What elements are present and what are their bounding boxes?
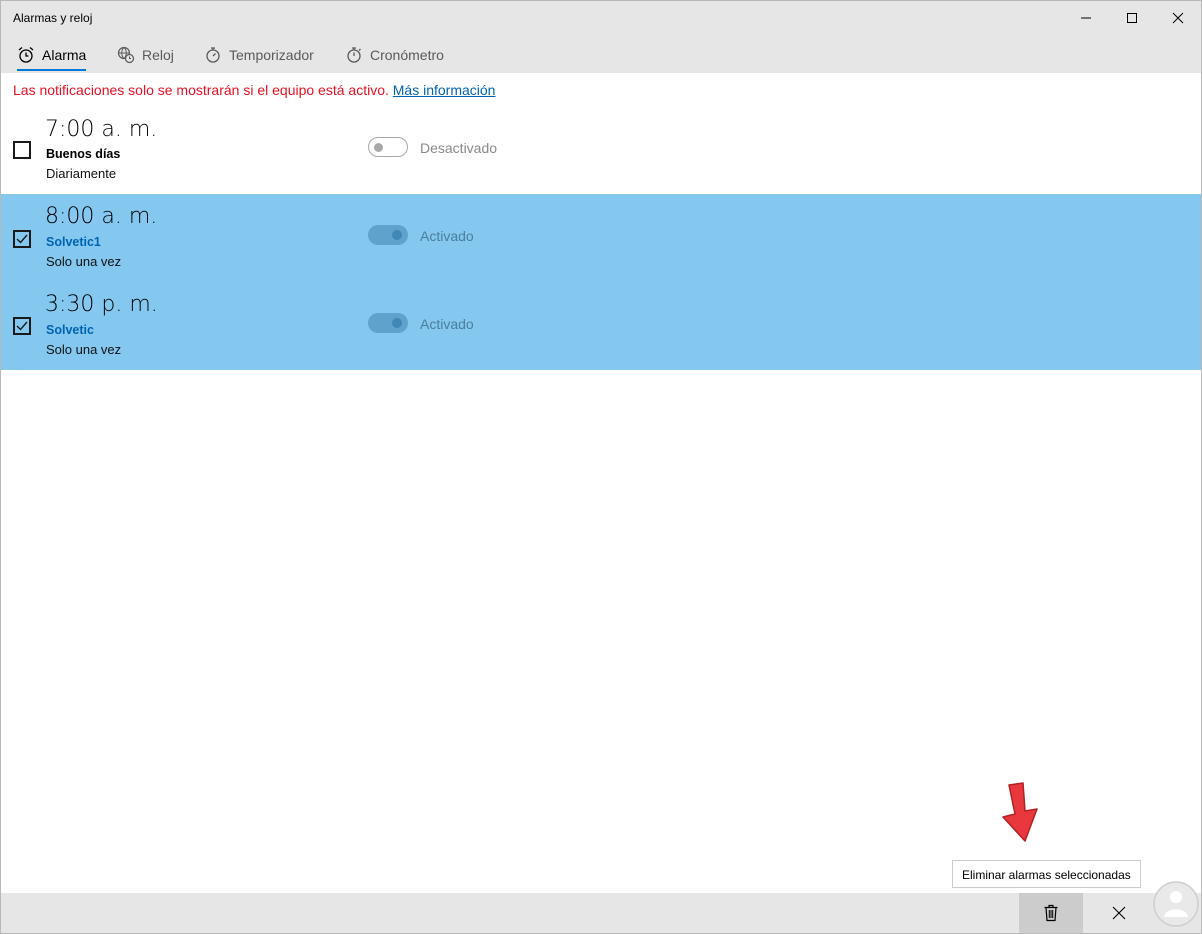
alarm-repeat: Solo una vez [46,254,122,269]
alarm-repeat: Solo una vez [46,342,122,357]
tab-label: Alarma [42,47,87,63]
active-tab-indicator [17,69,87,71]
alarm-toggle[interactable] [368,313,408,333]
tab-label: Temporizador [229,47,314,63]
trash-icon [1044,904,1058,922]
timer-icon [206,47,220,63]
notification-warning: Las notificaciones solo se mostrarán si … [13,82,495,98]
tab-temporizador[interactable]: Temporizador [204,41,314,69]
tab-alarma[interactable]: Alarma [17,41,87,71]
tab-label: Cronómetro [370,47,444,63]
alarm-time: 7:00 a. m. [45,117,158,142]
checkmark-icon [16,234,28,244]
alarm-time: 3:30 p. m. [45,292,158,317]
alarm-select-checkbox[interactable] [13,230,31,248]
toggle-knob [392,230,402,240]
alarm-toggle[interactable] [368,137,408,157]
maximize-button[interactable] [1109,1,1155,35]
alarm-name: Solvetic [46,323,94,337]
more-info-link[interactable]: Más información [393,82,496,98]
alarm-select-checkbox[interactable] [13,141,31,159]
minimize-button[interactable] [1063,1,1109,35]
alarm-toggle[interactable] [368,225,408,245]
tab-bar: Alarma Reloj Temporizador Cronómetro [1,41,1201,73]
close-icon [1112,906,1126,920]
tab-cronometro[interactable]: Cronómetro [345,41,444,69]
alarms-and-clock-window: Alarmas y reloj Alarma Reloj Temporizado… [0,0,1202,934]
alarm-row[interactable]: 7:00 a. m. Buenos días Diariamente Desac… [1,107,1201,195]
notification-warning-text: Las notificaciones solo se mostrarán si … [13,82,389,98]
alarm-select-checkbox[interactable] [13,317,31,335]
tab-label: Reloj [142,47,174,63]
alarm-row[interactable]: 3:30 p. m. Solvetic Solo una vez Activad… [1,282,1201,370]
toggle-knob [374,143,383,152]
alarm-toggle-status: Activado [420,228,474,244]
command-bar [1,893,1201,933]
minimize-icon [1081,17,1091,19]
title-bar: Alarmas y reloj Alarma Reloj Temporizado… [1,1,1201,73]
cancel-selection-button[interactable] [1087,893,1151,933]
close-icon [1172,12,1184,24]
alarm-toggle-status: Activado [420,316,474,332]
window-title: Alarmas y reloj [13,11,93,25]
alarm-name: Solvetic1 [46,235,101,249]
alarm-name: Buenos días [46,147,121,161]
close-window-button[interactable] [1155,1,1201,35]
alarm-clock-icon [18,47,34,63]
checkmark-icon [16,321,28,331]
toggle-knob [392,318,402,328]
annotation-arrow [1002,782,1038,842]
stopwatch-icon [347,47,361,63]
delete-selected-alarms-button[interactable] [1019,893,1083,933]
alarm-repeat: Diariamente [46,166,117,181]
alarm-time: 8:00 a. m. [45,204,158,229]
world-clock-icon [117,46,135,64]
alarm-toggle-status: Desactivado [420,140,498,156]
delete-tooltip: Eliminar alarmas seleccionadas [952,860,1141,888]
maximize-icon [1127,13,1137,23]
watermark-logo [1153,881,1199,927]
tab-reloj[interactable]: Reloj [117,41,174,69]
alarm-row[interactable]: 8:00 a. m. Solvetic1 Solo una vez Activa… [1,194,1201,282]
